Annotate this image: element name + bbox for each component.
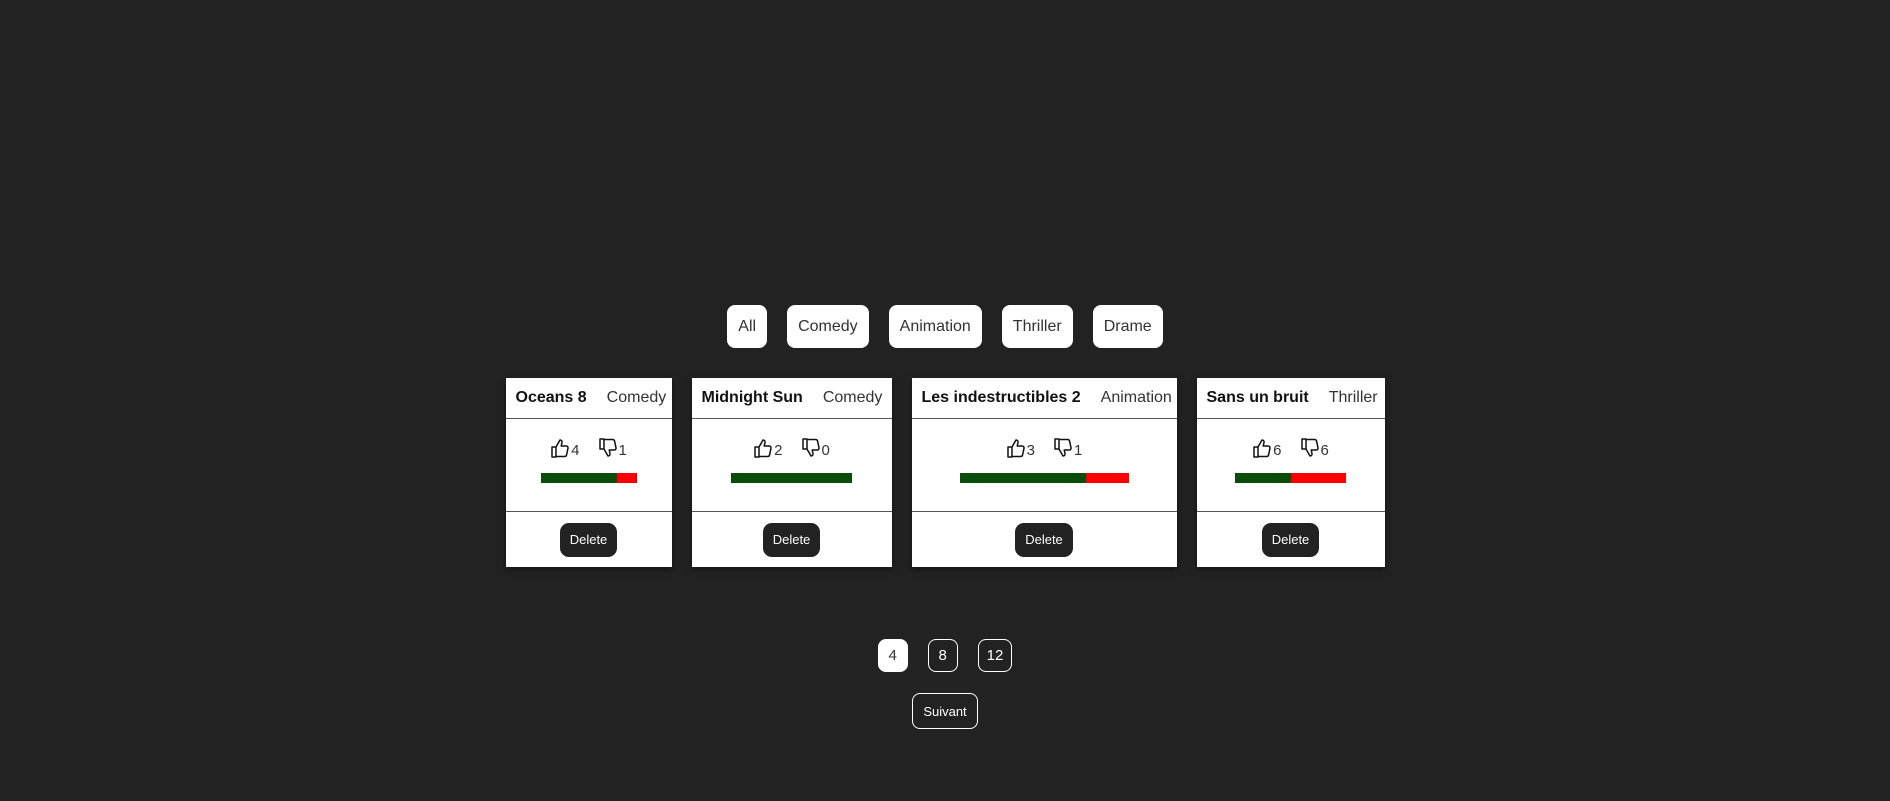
movie-title: Les indestructibles 2 xyxy=(921,389,1081,406)
thumbs-up-icon[interactable] xyxy=(1006,437,1026,459)
like-ratio-bar xyxy=(731,473,852,483)
movie-card: Oceans 8 Comedy 4 1 Delete xyxy=(505,378,672,567)
thumbs-down-icon[interactable] xyxy=(1053,437,1073,459)
delete-button[interactable]: Delete xyxy=(559,522,618,557)
page-size-12-button[interactable]: 12 xyxy=(977,639,1013,672)
filter-animation-button[interactable]: Animation xyxy=(888,305,982,348)
movie-card-list: Oceans 8 Comedy 4 1 Delete Midnight Sun … xyxy=(0,378,1890,567)
filter-drame-button[interactable]: Drame xyxy=(1092,305,1163,348)
like-ratio-bar xyxy=(1235,473,1346,483)
movie-card-body: 6 6 xyxy=(1196,419,1385,512)
like-count: 4 xyxy=(571,442,580,459)
movie-card-footer: Delete xyxy=(912,512,1177,567)
delete-button[interactable]: Delete xyxy=(1015,522,1073,557)
movie-card-body: 2 0 xyxy=(691,419,892,512)
movie-card-header: Oceans 8 Comedy xyxy=(505,378,672,419)
vote-counts: 3 1 xyxy=(1006,437,1082,459)
next-page-button[interactable]: Suivant xyxy=(912,693,978,729)
dislike-count: 1 xyxy=(618,442,627,459)
vote-counts: 2 0 xyxy=(753,437,830,459)
like-ratio-fill xyxy=(540,473,618,483)
filter-all-button[interactable]: All xyxy=(727,305,768,348)
movie-category: Comedy xyxy=(606,389,667,406)
movie-card-header: Midnight Sun Comedy xyxy=(691,378,892,419)
movie-card: Sans un bruit Thriller 6 6 Delete xyxy=(1196,378,1385,567)
pagination-next: Suivant xyxy=(0,693,1890,729)
page-size-8-button[interactable]: 8 xyxy=(927,639,958,672)
movie-card-footer: Delete xyxy=(692,512,892,567)
thumbs-down-icon[interactable] xyxy=(598,437,618,459)
category-filter-bar: All Comedy Animation Thriller Drame xyxy=(0,305,1890,348)
thumbs-up-icon[interactable] xyxy=(753,437,773,459)
like-count: 3 xyxy=(1026,442,1035,459)
like-ratio-fill xyxy=(959,473,1087,483)
movie-card: Les indestructibles 2 Animation 3 1 Dele… xyxy=(911,378,1177,567)
movie-category: Thriller xyxy=(1328,389,1378,406)
like-vote[interactable]: 2 xyxy=(753,437,783,459)
filter-comedy-button[interactable]: Comedy xyxy=(787,305,869,348)
dislike-ratio-fill xyxy=(1086,473,1129,483)
delete-button[interactable]: Delete xyxy=(1261,522,1320,557)
dislike-vote[interactable]: 1 xyxy=(1053,437,1082,459)
movie-title: Midnight Sun xyxy=(701,389,803,406)
dislike-ratio-fill xyxy=(617,473,637,483)
page-size-4-button[interactable]: 4 xyxy=(877,639,908,672)
like-vote[interactable]: 4 xyxy=(550,437,580,459)
dislike-count: 0 xyxy=(821,442,830,459)
like-ratio-fill xyxy=(1235,473,1291,483)
thumbs-down-icon[interactable] xyxy=(1300,437,1320,459)
dislike-count: 1 xyxy=(1074,442,1083,459)
vote-counts: 4 1 xyxy=(550,437,627,459)
movie-card-footer: Delete xyxy=(1197,512,1385,567)
thumbs-up-icon[interactable] xyxy=(550,437,570,459)
like-count: 2 xyxy=(774,442,783,459)
like-vote[interactable]: 3 xyxy=(1006,437,1035,459)
movie-card: Midnight Sun Comedy 2 0 Delete xyxy=(691,378,892,567)
movie-category: Animation xyxy=(1100,389,1172,406)
movie-category: Comedy xyxy=(822,389,883,406)
like-ratio-fill xyxy=(731,473,852,483)
movie-card-header: Les indestructibles 2 Animation xyxy=(911,378,1177,419)
like-ratio-bar xyxy=(959,473,1129,483)
dislike-vote[interactable]: 1 xyxy=(598,437,627,459)
movie-card-footer: Delete xyxy=(506,512,672,567)
movie-card-header: Sans un bruit Thriller xyxy=(1196,378,1385,419)
movie-card-body: 4 1 xyxy=(505,419,672,512)
like-vote[interactable]: 6 xyxy=(1252,437,1282,459)
movie-card-body: 3 1 xyxy=(911,419,1177,512)
filter-thriller-button[interactable]: Thriller xyxy=(1001,305,1073,348)
like-count: 6 xyxy=(1273,442,1282,459)
movie-title: Oceans 8 xyxy=(515,389,587,406)
thumbs-up-icon[interactable] xyxy=(1252,437,1272,459)
page-size-selector: 4 8 12 xyxy=(0,639,1890,672)
like-ratio-bar xyxy=(540,473,637,483)
delete-button[interactable]: Delete xyxy=(762,522,821,557)
dislike-vote[interactable]: 6 xyxy=(1300,437,1329,459)
dislike-ratio-fill xyxy=(1290,473,1346,483)
dislike-vote[interactable]: 0 xyxy=(801,437,830,459)
thumbs-down-icon[interactable] xyxy=(801,437,821,459)
vote-counts: 6 6 xyxy=(1252,437,1329,459)
movie-title: Sans un bruit xyxy=(1206,389,1309,406)
dislike-count: 6 xyxy=(1320,442,1329,459)
